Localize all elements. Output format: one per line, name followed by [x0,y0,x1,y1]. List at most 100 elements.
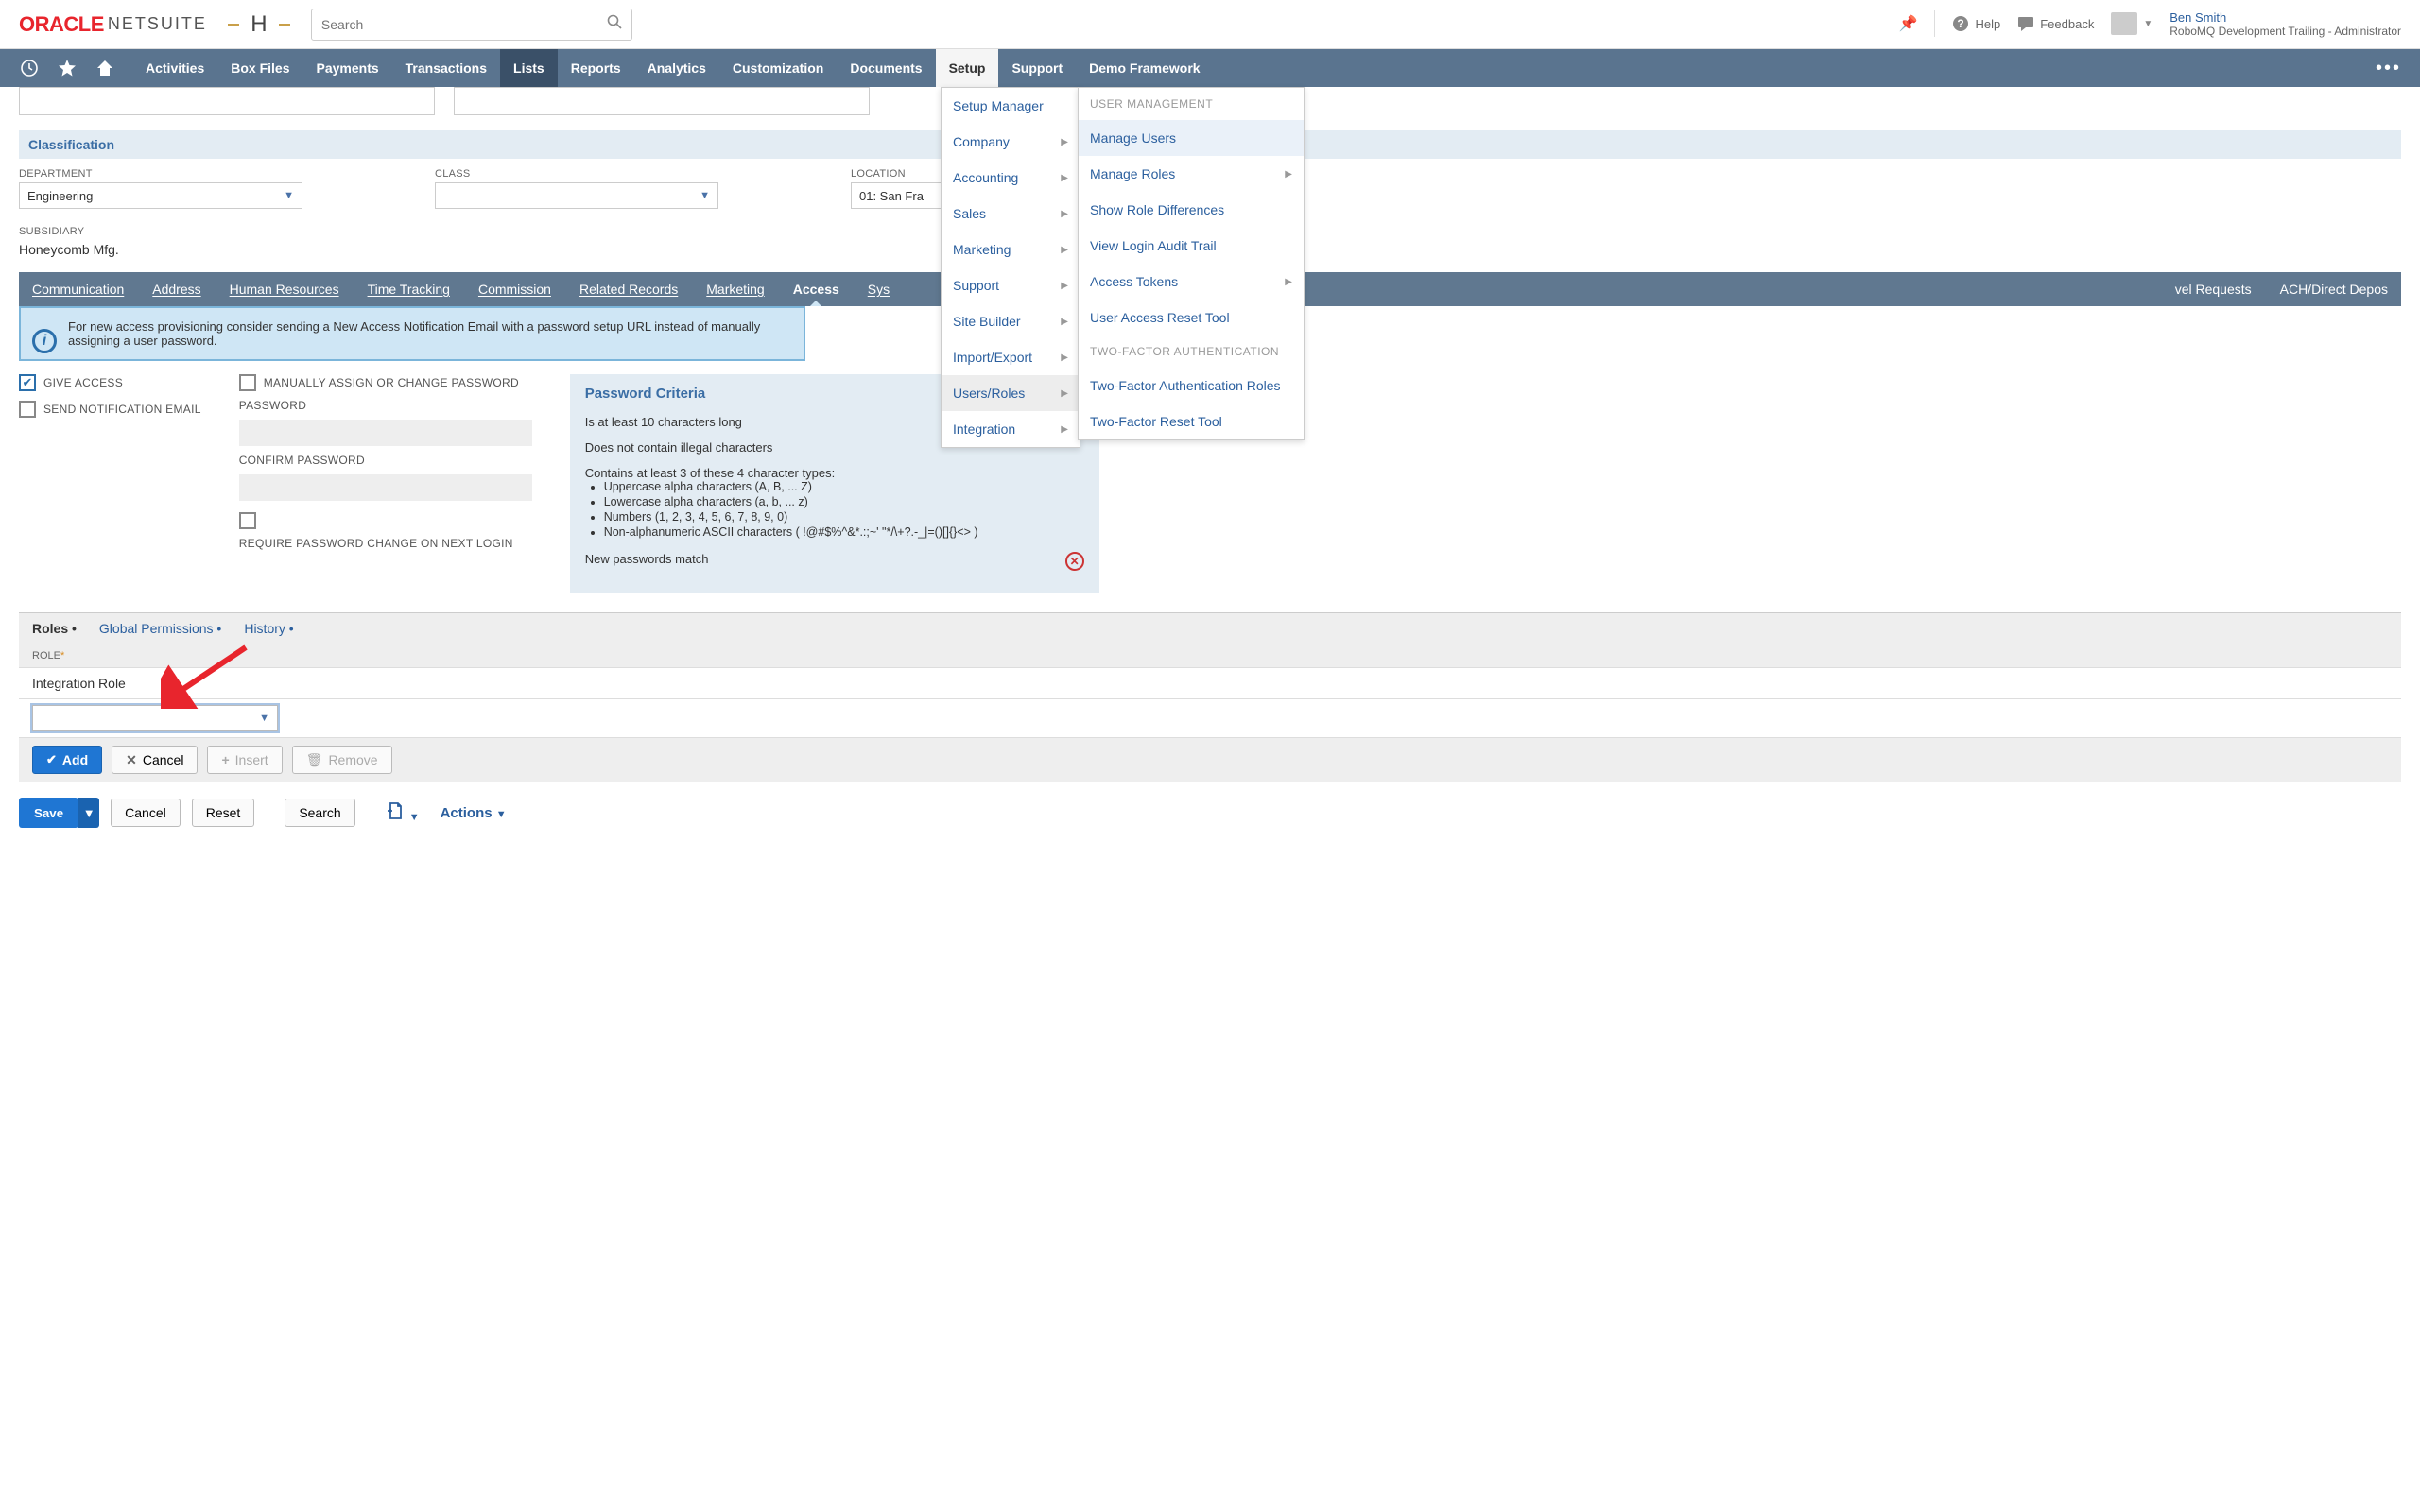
lbl-send-email: SEND NOTIFICATION EMAIL [43,403,201,416]
chevron-right-icon: ▶ [1061,281,1068,291]
roles-tab-global[interactable]: Global Permissions • [99,621,221,636]
chevron-right-icon: ▶ [1061,173,1068,183]
reset-button[interactable]: Reset [192,799,255,827]
password-input[interactable] [239,420,532,446]
avatar-icon [2111,12,2137,35]
sm-2fa-reset[interactable]: Two-Factor Reset Tool [1079,404,1304,439]
global-search[interactable] [311,9,632,41]
chk-send-email[interactable] [19,401,36,418]
add-button[interactable]: ✔Add [32,746,102,774]
role-column-header: ROLE* [19,644,2401,668]
nav-overflow-icon[interactable]: ••• [2376,58,2401,79]
sm-access-tokens[interactable]: Access Tokens▶ [1079,264,1304,300]
empty-field-2[interactable] [454,87,870,115]
sm-manage-users[interactable]: Manage Users [1079,120,1304,156]
users-roles-submenu: USER MANAGEMENT Manage Users Manage Role… [1078,87,1305,440]
save-button[interactable]: Save [19,798,78,828]
chevron-right-icon: ▶ [1061,245,1068,255]
nav-reports[interactable]: Reports [558,49,634,87]
sm-manage-roles[interactable]: Manage Roles▶ [1079,156,1304,192]
tab-commission[interactable]: Commission [478,282,551,297]
dd-setup-manager[interactable]: Setup Manager [942,88,1080,124]
tab-marketing[interactable]: Marketing [706,282,764,297]
company-logo-icon: H [235,10,283,39]
tab-time[interactable]: Time Tracking [368,282,450,297]
tab-ach[interactable]: ACH/Direct Depos [2280,282,2388,297]
cancel-role-button[interactable]: ✕Cancel [112,746,198,774]
sm-2fa-roles[interactable]: Two-Factor Authentication Roles [1079,368,1304,404]
help-link[interactable]: ? Help [1952,15,2000,32]
nav-support[interactable]: Support [998,49,1076,87]
chk-manual-pwd[interactable] [239,374,256,391]
tab-address[interactable]: Address [152,282,200,297]
actions-dropdown[interactable]: Actions ▼ [441,805,507,821]
dd-import-export[interactable]: Import/Export▶ [942,339,1080,375]
recent-icon[interactable] [19,58,40,78]
star-icon[interactable] [57,58,78,78]
dd-marketing[interactable]: Marketing▶ [942,232,1080,267]
sm-login-audit[interactable]: View Login Audit Trail [1079,228,1304,264]
user-menu[interactable]: ▼ [2111,12,2152,35]
search-input[interactable] [321,17,607,32]
dd-users-roles[interactable]: Users/Roles▶ [942,375,1080,411]
document-icon[interactable]: ▼ [386,801,420,825]
lbl-manual-pwd: MANUALLY ASSIGN OR CHANGE PASSWORD [264,376,519,389]
feedback-link[interactable]: Feedback [2017,15,2094,32]
nav-analytics[interactable]: Analytics [634,49,719,87]
criteria-4: New passwords match [585,552,709,566]
user-name: Ben Smith [2169,10,2401,26]
tab-travel[interactable]: vel Requests [2175,282,2252,297]
remove-button[interactable]: 🗑Remove [292,746,392,774]
chk-give-access[interactable] [19,374,36,391]
tab-communication[interactable]: Communication [32,282,124,297]
nav-activities[interactable]: Activities [132,49,217,87]
nav-transactions[interactable]: Transactions [392,49,500,87]
class-select[interactable]: ▼ [435,182,718,209]
chevron-down-icon: ▼ [700,190,710,201]
chk-require-change[interactable] [239,512,256,529]
chevron-right-icon: ▶ [1285,169,1292,180]
nav-boxfiles[interactable]: Box Files [217,49,302,87]
search-button[interactable]: Search [285,799,354,827]
dept-value: Engineering [27,189,93,203]
nav-lists[interactable]: Lists [500,49,558,87]
criteria-b1: Uppercase alpha characters (A, B, ... Z) [604,480,978,493]
sm-show-role-diff[interactable]: Show Role Differences [1079,192,1304,228]
cancel-button[interactable]: Cancel [111,799,181,827]
nav-documents[interactable]: Documents [837,49,935,87]
sm-user-reset[interactable]: User Access Reset Tool [1079,300,1304,335]
tab-system[interactable]: Sys [868,282,890,297]
dd-accounting[interactable]: Accounting▶ [942,160,1080,196]
roles-tab-history[interactable]: History • [244,621,293,636]
submenu-header-user-mgmt: USER MANAGEMENT [1079,88,1304,120]
role-value-integration[interactable]: Integration Role [19,668,2401,699]
search-icon[interactable] [607,14,622,34]
empty-field-1[interactable] [19,87,435,115]
dept-select[interactable]: Engineering ▼ [19,182,302,209]
dd-sales[interactable]: Sales▶ [942,196,1080,232]
roles-tab-roles[interactable]: Roles • [32,621,77,636]
nav-customization[interactable]: Customization [719,49,837,87]
role-select-dropdown[interactable]: ▼ [32,705,278,731]
tab-related[interactable]: Related Records [579,282,678,297]
tab-access[interactable]: Access [793,282,839,297]
submenu-header-2fa: TWO-FACTOR AUTHENTICATION [1079,335,1304,368]
dd-site-builder[interactable]: Site Builder▶ [942,303,1080,339]
insert-button[interactable]: +Insert [207,746,282,774]
nav-demo[interactable]: Demo Framework [1076,49,1213,87]
dd-integration[interactable]: Integration▶ [942,411,1080,447]
confirm-password-input[interactable] [239,474,532,501]
tab-hr[interactable]: Human Resources [230,282,339,297]
dd-support[interactable]: Support▶ [942,267,1080,303]
pin-icon[interactable]: 📌 [1899,14,1918,33]
save-split-button[interactable]: ▼ [78,798,99,828]
setup-dropdown: Setup Manager Company▶ Accounting▶ Sales… [941,87,1080,448]
nav-payments[interactable]: Payments [303,49,392,87]
info-text: For new access provisioning consider sen… [68,319,760,348]
nav-setup[interactable]: Setup [936,49,999,87]
dd-company[interactable]: Company▶ [942,124,1080,160]
netsuite-logo: NETSUITE [108,14,207,34]
home-icon[interactable] [95,58,115,78]
chevron-down-icon: ▼ [284,190,294,201]
info-icon: i [32,329,57,353]
